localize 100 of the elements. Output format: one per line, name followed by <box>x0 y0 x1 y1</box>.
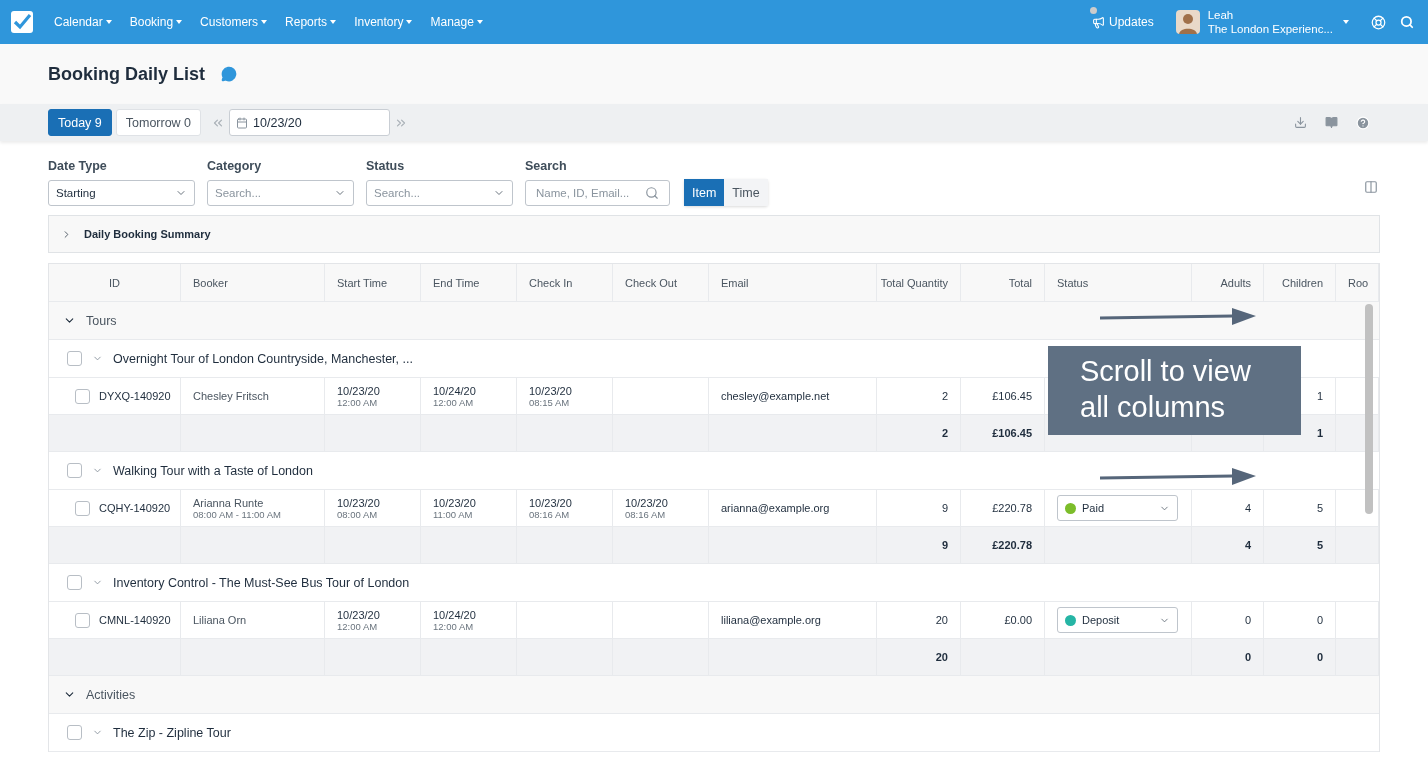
help-lifebuoy-icon[interactable] <box>1371 14 1386 30</box>
email-text: arianna@example.org <box>721 502 830 514</box>
date-text: 10/23/20 <box>433 496 476 509</box>
day-tab[interactable]: Today 9 <box>48 109 112 136</box>
column-header[interactable]: Check In <box>517 264 613 301</box>
price-text: £220.78 <box>992 502 1032 514</box>
total-text: £220.78 <box>992 539 1032 551</box>
time-text: 12:00 AM <box>337 396 378 408</box>
booker-name: Liliana Orn <box>193 614 247 626</box>
scrollbar[interactable] <box>1365 304 1373 514</box>
checkbox[interactable] <box>67 351 82 366</box>
count-text: 1 <box>1316 390 1323 402</box>
chat-icon[interactable] <box>221 66 238 82</box>
time-text: 12:00 AM <box>433 396 474 408</box>
view-toggle-button[interactable]: Time <box>724 179 768 206</box>
total-text: 0 <box>1316 651 1323 663</box>
status-select[interactable]: Paid <box>1057 495 1178 521</box>
date-text: 10/23/20 <box>337 496 380 509</box>
book-icon[interactable] <box>1325 116 1338 129</box>
time-text: 11:00 AM <box>433 508 473 520</box>
total-text: 4 <box>1244 539 1251 551</box>
column-header[interactable]: Booker <box>181 264 325 301</box>
column-header[interactable]: Total <box>961 264 1045 301</box>
category-name: Activities <box>86 687 136 702</box>
product-name: Overnight Tour of London Countryside, Manchester, ... <box>113 351 413 366</box>
filter-select[interactable]: Starting <box>48 180 195 206</box>
time-text: 08:16 AM <box>625 508 666 520</box>
day-tab[interactable]: Tomorrow 0 <box>115 109 202 136</box>
product-name: Walking Tour with a Taste of London <box>113 463 313 478</box>
count-text: 0 <box>1316 614 1323 626</box>
user-menu-caret[interactable] <box>1343 20 1349 24</box>
total-text: 0 <box>1244 651 1251 663</box>
column-header[interactable]: ID <box>49 264 181 301</box>
column-header[interactable]: End Time <box>421 264 517 301</box>
arrow-icon <box>1098 306 1258 328</box>
product-name: Inventory Control - The Must-See Bus Tour of London <box>113 575 410 590</box>
status-select[interactable]: Deposit <box>1057 607 1178 633</box>
count-text: 4 <box>1244 502 1251 514</box>
total-text: £106.45 <box>992 427 1032 439</box>
time-text: 08:00 AM <box>337 508 378 520</box>
product-name: The Zip - Zipline Tour <box>113 725 231 740</box>
columns-icon[interactable] <box>1364 180 1378 194</box>
checkbox[interactable] <box>67 575 82 590</box>
search-icon <box>645 186 659 200</box>
checkbox[interactable] <box>75 612 90 628</box>
quantity-text: 2 <box>941 390 948 402</box>
logo-icon[interactable] <box>10 10 34 34</box>
checkbox[interactable] <box>67 725 82 740</box>
date-text: 10/23/20 <box>625 496 668 509</box>
page-title: Booking Daily List <box>48 63 206 85</box>
search-icon[interactable] <box>1400 15 1414 29</box>
scroll-hint: Scroll to view all columns <box>1048 346 1301 435</box>
filter-label: Date Type <box>48 159 108 173</box>
organization-name: The London Experienc... <box>1207 22 1333 36</box>
user-name: Leah <box>1207 8 1235 22</box>
time-text: 12:00 AM <box>337 620 378 632</box>
column-header[interactable]: Check Out <box>613 264 709 301</box>
filter-label: Search <box>525 159 568 173</box>
price-text: £106.45 <box>992 390 1032 402</box>
email-text: liliana@example.org <box>721 614 821 626</box>
total-text: 1 <box>1316 427 1323 439</box>
filter-label: Status <box>366 159 406 173</box>
booker-name: Chesley Fritsch <box>193 390 269 402</box>
view-toggle-button[interactable]: Item <box>684 179 725 206</box>
checkbox[interactable] <box>75 500 90 516</box>
filter-label: Category <box>207 159 263 173</box>
summary-panel[interactable]: Daily Booking Summary <box>48 215 1380 253</box>
column-header[interactable]: Start Time <box>325 264 421 301</box>
date-field[interactable]: 10/23/20 <box>229 109 391 136</box>
time-text: 08:00 AM - 11:00 AM <box>193 508 281 520</box>
quantity-text: 9 <box>941 502 948 514</box>
notification-dot <box>1090 7 1097 14</box>
price-text: £0.00 <box>1004 614 1032 626</box>
date-text: 10/23/20 <box>529 496 572 509</box>
checkbox[interactable] <box>67 463 82 478</box>
column-header[interactable]: Status <box>1045 264 1192 301</box>
help-icon[interactable] <box>1356 115 1370 130</box>
time-text: 12:00 AM <box>433 620 474 632</box>
download-icon[interactable] <box>1294 116 1307 129</box>
count-text: 0 <box>1244 614 1251 626</box>
quantity-text: 20 <box>935 614 948 626</box>
booker-name: Arianna Runte <box>193 496 264 509</box>
total-text: 20 <box>935 651 948 663</box>
column-header[interactable]: Children <box>1264 264 1336 301</box>
booking-id[interactable]: DYXQ-140920 <box>99 390 171 402</box>
column-header[interactable]: Adults <box>1192 264 1264 301</box>
date-text: 10/23/20 <box>529 384 572 397</box>
booking-id[interactable]: CQHY-140920 <box>99 502 171 514</box>
column-header[interactable]: Total Quantity <box>877 264 961 301</box>
email-text: chesley@example.net <box>721 390 830 402</box>
column-header[interactable]: Roo <box>1336 264 1379 301</box>
date-text: 10/23/20 <box>337 384 380 397</box>
booking-id[interactable]: CMNL-140920 <box>99 614 171 626</box>
total-text: 5 <box>1316 539 1323 551</box>
checkbox[interactable] <box>75 388 90 404</box>
category-name: Tours <box>86 313 117 328</box>
avatar[interactable] <box>1175 10 1200 34</box>
date-text: 10/23/20 <box>337 608 380 621</box>
column-header[interactable]: Email <box>709 264 877 301</box>
time-text: 08:16 AM <box>529 508 570 520</box>
